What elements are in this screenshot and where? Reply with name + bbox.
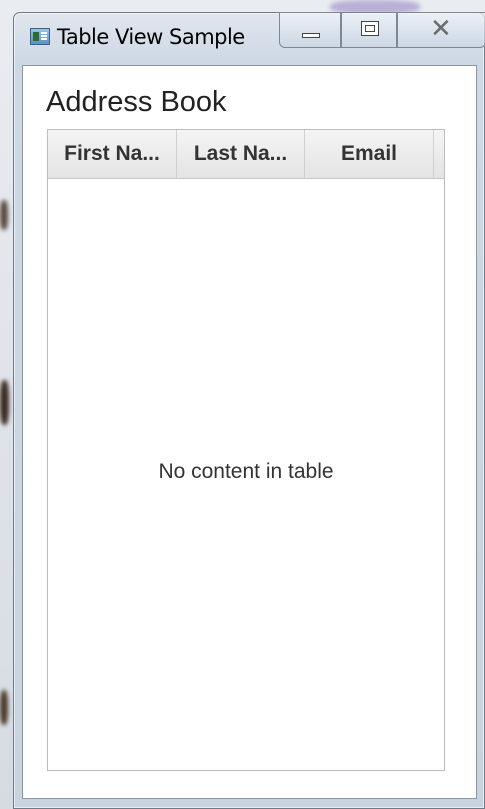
window-content: Address Book First Na... Last Na... Emai…	[22, 65, 477, 799]
column-header-filler	[434, 130, 444, 178]
desktop-blur-mark	[0, 690, 8, 725]
app-window: Table View Sample ✕ Address Book First N…	[13, 12, 485, 809]
desktop-blur-mark	[0, 200, 8, 230]
window-title: Table View Sample	[57, 25, 245, 49]
maximize-icon	[361, 21, 379, 36]
column-header-first-name[interactable]: First Na...	[48, 130, 177, 178]
column-header-email[interactable]: Email	[305, 130, 434, 178]
caption-buttons: ✕	[279, 12, 485, 48]
app-window-icon[interactable]	[30, 28, 50, 45]
page-title: Address Book	[46, 86, 227, 118]
close-icon: ✕	[430, 14, 452, 44]
close-button[interactable]: ✕	[397, 12, 485, 48]
desktop-blur-mark	[0, 380, 9, 425]
minimize-button[interactable]	[279, 12, 341, 48]
empty-table-placeholder: No content in table	[158, 460, 334, 483]
table-header: First Na... Last Na... Email	[48, 130, 444, 179]
column-header-last-name[interactable]: Last Na...	[177, 130, 305, 178]
title-bar[interactable]: Table View Sample ✕	[14, 12, 485, 65]
minimize-icon	[302, 33, 320, 38]
address-table[interactable]: First Na... Last Na... Email No content …	[47, 129, 445, 771]
maximize-button[interactable]	[341, 12, 397, 48]
